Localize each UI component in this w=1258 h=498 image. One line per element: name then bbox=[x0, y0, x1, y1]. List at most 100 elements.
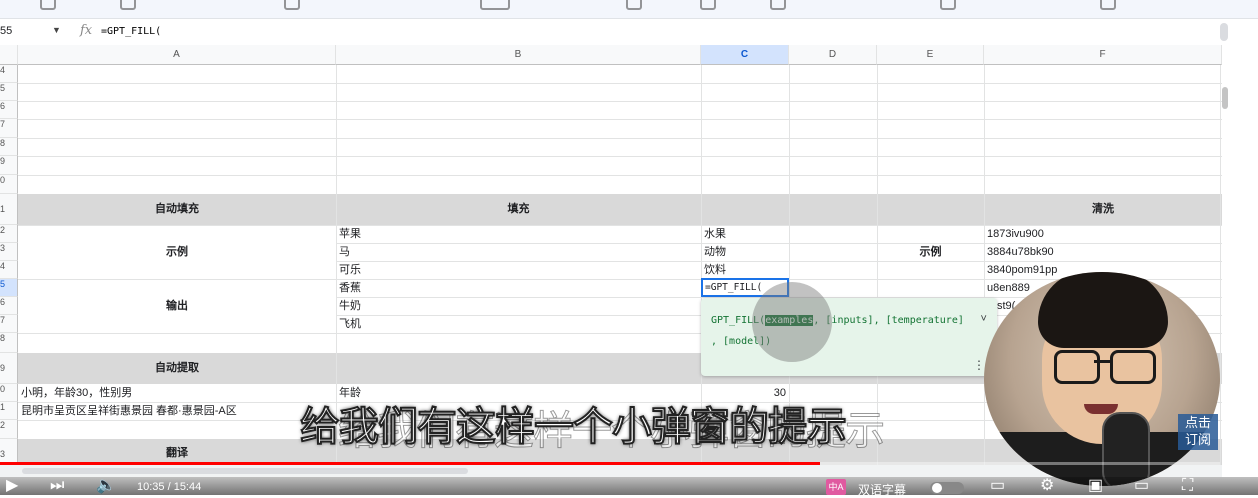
row-header[interactable]: 6 bbox=[0, 297, 18, 315]
row-header[interactable]: 1 bbox=[0, 194, 18, 225]
close-icon[interactable]: ✕ bbox=[988, 294, 1000, 306]
bilingual-subtitle-label[interactable]: 双语字幕 bbox=[858, 481, 906, 498]
scrollbar[interactable] bbox=[1220, 23, 1228, 41]
row-header[interactable]: 9 bbox=[0, 353, 18, 384]
play-icon[interactable]: ▶ bbox=[6, 478, 18, 494]
cell-a[interactable]: 小明，年龄30，性别男 bbox=[21, 384, 132, 402]
row-header[interactable]: 5 bbox=[0, 279, 18, 297]
row-header[interactable]: 0 bbox=[0, 384, 18, 402]
label-example-right: 示例 bbox=[919, 246, 942, 258]
tooltip-signature: GPT_FILL(examples, [inputs], [temperatur… bbox=[711, 315, 964, 326]
fullscreen-icon[interactable]: ⛶ bbox=[1182, 478, 1193, 494]
row-header[interactable]: 9 bbox=[0, 156, 18, 175]
corner-select-all[interactable] bbox=[0, 45, 18, 65]
miniplayer-icon[interactable]: ▣ bbox=[1088, 478, 1103, 494]
presenter-webcam: ✕ bbox=[984, 272, 1220, 486]
formula-input[interactable]: =GPT_FILL( bbox=[101, 26, 161, 37]
functions-icon[interactable] bbox=[1100, 0, 1116, 10]
column-header-a[interactable]: A bbox=[18, 45, 336, 65]
cell-c[interactable]: 饮料 bbox=[704, 261, 726, 279]
sheets-toolbar bbox=[0, 0, 1258, 19]
row-header[interactable]: 4 bbox=[0, 65, 18, 83]
cell-b[interactable]: 苹果 bbox=[339, 225, 361, 243]
row-header[interactable]: 2 bbox=[0, 420, 18, 439]
label-example: 示例 bbox=[166, 246, 188, 258]
scroll-thumb[interactable] bbox=[22, 468, 468, 474]
section-title-clean: 清洗 bbox=[1092, 203, 1114, 215]
grid-line bbox=[18, 119, 1222, 120]
font-size-box[interactable] bbox=[480, 0, 510, 10]
grid-line bbox=[18, 175, 1222, 176]
settings-icon[interactable]: ⚙ bbox=[1040, 478, 1054, 494]
video-progress-bar[interactable] bbox=[0, 462, 1220, 465]
column-header-e[interactable]: E bbox=[877, 45, 984, 65]
bilingual-subtitle-icon[interactable]: 中A bbox=[826, 479, 846, 495]
cell-b[interactable]: 牛奶 bbox=[339, 297, 361, 315]
cell-b[interactable]: 马 bbox=[339, 243, 350, 261]
cell-f[interactable]: 3840pom91pp bbox=[987, 261, 1057, 279]
grid-line bbox=[1220, 65, 1221, 465]
cell-c[interactable]: 动物 bbox=[704, 243, 726, 261]
paint-format-icon[interactable] bbox=[284, 0, 300, 10]
cell-b[interactable]: 香蕉 bbox=[339, 279, 361, 297]
name-box[interactable]: 55 bbox=[0, 25, 60, 37]
grid-line bbox=[984, 65, 985, 465]
glasses-icon bbox=[1110, 350, 1156, 384]
grid-line bbox=[18, 83, 1222, 84]
formula-bar: 55 ▼ fx =GPT_FILL( bbox=[0, 19, 1258, 46]
time-display: 10:35 / 15:44 bbox=[137, 481, 202, 493]
function-hint-tooltip[interactable]: GPT_FILL(examples, [inputs], [temperatur… bbox=[701, 298, 997, 376]
cell-f[interactable]: 1873ivu900 bbox=[987, 225, 1044, 243]
subscribe-badge[interactable]: 点击 订阅 bbox=[1178, 414, 1218, 450]
column-header-d[interactable]: D bbox=[789, 45, 877, 65]
section-title-auto-extract: 自动提取 bbox=[155, 362, 199, 374]
theater-icon[interactable]: ▭ bbox=[1134, 478, 1149, 494]
chevron-down-icon[interactable]: ▼ bbox=[52, 25, 61, 35]
glasses-icon bbox=[1054, 350, 1100, 384]
column-header-c[interactable]: C bbox=[701, 45, 789, 65]
cursor-highlight bbox=[752, 282, 832, 362]
label-output: 输出 bbox=[166, 300, 188, 312]
cell-f[interactable]: 3884u78bk90 bbox=[987, 243, 1054, 261]
column-header-b[interactable]: B bbox=[336, 45, 701, 65]
video-subtitle: 给我们有这样一个小弹窗的提示 bbox=[299, 403, 848, 451]
autoplay-toggle[interactable] bbox=[930, 482, 964, 494]
grid-line bbox=[336, 243, 1222, 244]
vertical-scrollbar[interactable] bbox=[1222, 45, 1258, 477]
cell-b[interactable]: 可乐 bbox=[339, 261, 361, 279]
captions-icon[interactable]: ▭ bbox=[990, 478, 1005, 494]
row-header[interactable]: 3 bbox=[0, 243, 18, 261]
align-icon[interactable] bbox=[770, 0, 786, 10]
next-icon[interactable]: ⏭ bbox=[50, 478, 64, 494]
undo-icon[interactable] bbox=[40, 0, 56, 10]
row-header[interactable]: 6 bbox=[0, 101, 18, 119]
row-header[interactable]: 7 bbox=[0, 119, 18, 138]
grid-line bbox=[336, 261, 1222, 262]
comment-icon[interactable] bbox=[940, 0, 956, 10]
row-header[interactable]: 4 bbox=[0, 261, 18, 279]
row-header[interactable]: 7 bbox=[0, 315, 18, 333]
grid-line bbox=[18, 279, 1222, 280]
cell-b[interactable]: 飞机 bbox=[339, 315, 361, 333]
row-header[interactable]: 0 bbox=[0, 175, 18, 194]
more-options-icon[interactable]: ⋮ bbox=[973, 358, 985, 372]
video-controls: ▶ ⏭ 🔈 10:35 / 15:44 中A 双语字幕 ▭ ⚙ ▣ ▭ ⛶ bbox=[0, 477, 1258, 498]
borders-icon[interactable] bbox=[700, 0, 716, 10]
row-header[interactable]: 5 bbox=[0, 83, 18, 101]
row-header[interactable]: 8 bbox=[0, 333, 18, 353]
text-color-icon[interactable] bbox=[626, 0, 642, 10]
grid-line bbox=[18, 156, 1222, 157]
cell-c[interactable]: 水果 bbox=[704, 225, 726, 243]
row-header[interactable]: 1 bbox=[0, 402, 18, 420]
volume-icon[interactable]: 🔈 bbox=[96, 478, 116, 494]
scroll-thumb[interactable] bbox=[1222, 87, 1228, 109]
column-header-f[interactable]: F bbox=[984, 45, 1222, 65]
chevron-down-icon[interactable]: ˅ bbox=[980, 312, 987, 326]
cell-a[interactable]: 昆明市呈贡区呈祥街惠景园 春都·惠景园-A区 bbox=[21, 402, 237, 420]
presenter-hair bbox=[1038, 272, 1168, 348]
glasses-bridge bbox=[1094, 360, 1110, 363]
progress-fill bbox=[0, 462, 820, 465]
print-icon[interactable] bbox=[120, 0, 136, 10]
row-header[interactable]: 8 bbox=[0, 138, 18, 156]
row-header[interactable]: 2 bbox=[0, 225, 18, 243]
